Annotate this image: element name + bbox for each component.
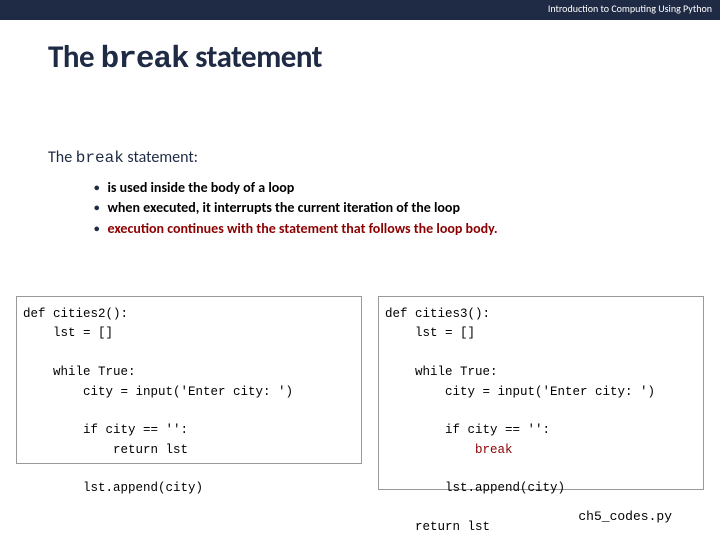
code-line: return lst (385, 520, 490, 534)
code-line: lst = [] (385, 326, 475, 340)
code-block-right: def cities3(): lst = [] while True: city… (378, 296, 704, 490)
code-line (385, 443, 475, 457)
title-keyword: break (101, 42, 189, 77)
code-line: lst.append(city) (23, 481, 203, 495)
code-line: while True: (385, 365, 498, 379)
bullet-text: is used inside the body of a loop (107, 178, 294, 198)
bullet-dot-icon: • (94, 178, 99, 198)
bullet-item: • execution continues with the statement… (94, 219, 498, 239)
code-line: lst = [] (23, 326, 113, 340)
code-line: lst.append(city) (385, 481, 565, 495)
code-block-left: def cities2(): lst = [] while True: city… (16, 296, 362, 464)
title-post: statement (189, 38, 322, 76)
code-line: city = input('Enter city: ') (23, 385, 293, 399)
code-line: def cities2(): (23, 307, 128, 321)
bullet-item: • when executed, it interrupts the curre… (94, 198, 498, 218)
code-line: city = input('Enter city: ') (385, 385, 655, 399)
bullet-dot-icon: • (94, 198, 99, 218)
course-title: Introduction to Computing Using Python (548, 2, 712, 15)
break-keyword: break (475, 443, 513, 457)
source-filename: ch5_codes.py (578, 509, 672, 524)
code-line: while True: (23, 365, 136, 379)
subtitle-keyword: break (76, 149, 124, 167)
subtitle-post: statement: (124, 148, 198, 167)
bullet-text: when executed, it interrupts the current… (107, 198, 460, 218)
subtitle-pre: The (48, 148, 76, 167)
bullet-list: • is used inside the body of a loop • wh… (94, 178, 498, 239)
slide: Introduction to Computing Using Python T… (0, 0, 720, 540)
code-line: if city == '': (385, 423, 550, 437)
title-pre: The (48, 38, 101, 76)
code-line: return lst (23, 443, 188, 457)
code-line: def cities3(): (385, 307, 490, 321)
bullet-text-highlight: execution continues with the statement t… (107, 219, 497, 239)
top-bar: Introduction to Computing Using Python (0, 0, 720, 20)
subtitle: The break statement: (48, 148, 198, 167)
bullet-dot-icon: • (94, 219, 99, 239)
bullet-item: • is used inside the body of a loop (94, 178, 498, 198)
slide-title: The break statement (48, 38, 322, 77)
code-line: if city == '': (23, 423, 188, 437)
